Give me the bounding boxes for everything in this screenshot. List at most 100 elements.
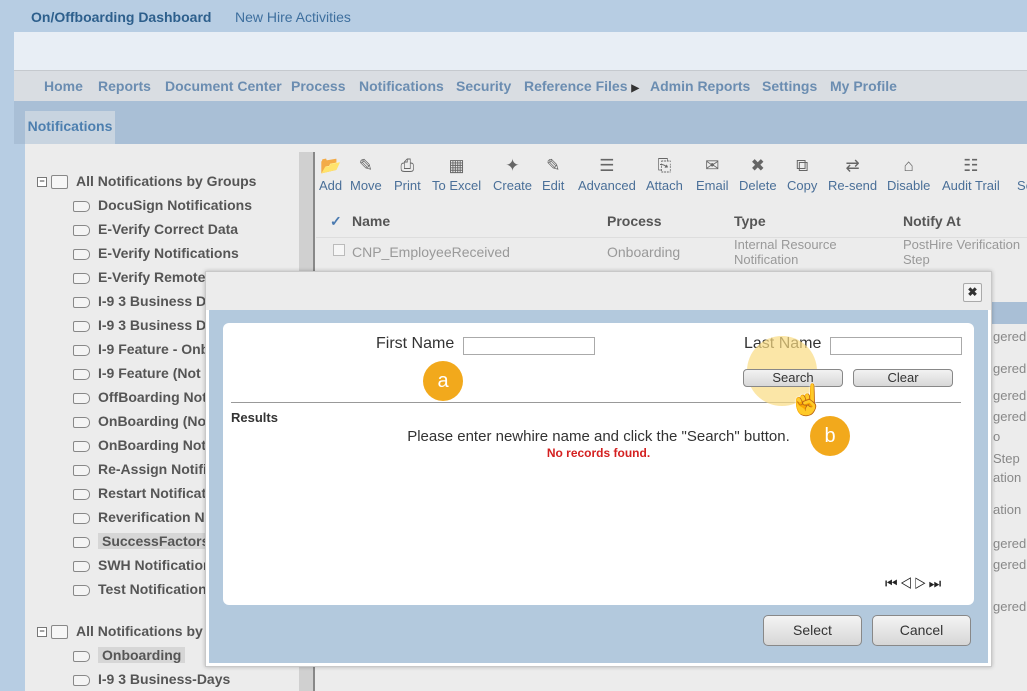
tab-strip [14,101,1027,144]
tree-item[interactable]: OnBoarding Notifi [73,437,219,453]
col-notify-at[interactable]: Notify At [903,213,961,229]
tree-item[interactable]: Onboarding [73,647,186,663]
first-name-input[interactable] [463,337,595,355]
last-page-icon[interactable]: ⏭ [929,575,944,591]
nav-my-profile[interactable]: My Profile [830,78,897,94]
row-fragment: gered [993,329,1027,344]
tree-item[interactable]: Re-Assign Notifica [73,461,222,477]
toolbar-re-send-button[interactable]: ⇄ Re-send [828,152,877,193]
nav-settings[interactable]: Settings [762,78,817,94]
tree-item[interactable]: I-9 3 Business Da [73,293,214,309]
toolbar-edit-button[interactable]: ✎ Edit [542,152,564,193]
tab-notifications[interactable]: Notifications [25,111,115,144]
toolbar-add-button[interactable]: 📂 Add [319,152,342,193]
notification-node-icon [73,560,90,572]
tree-item[interactable]: I-9 3 Business Da [73,317,214,333]
tree-item[interactable]: I-9 Feature (Not C [73,365,215,381]
toolbar-audit-trail-button[interactable]: ☷ Audit Trail [942,152,1000,193]
nav-security[interactable]: Security [456,78,511,94]
col-type[interactable]: Type [734,213,766,229]
audit-trail-icon: ☷ [963,156,979,175]
collapse-icon[interactable]: − [37,177,47,188]
notification-node-icon [73,440,90,452]
nav-notifications[interactable]: Notifications [359,78,444,94]
toolbar-attach-button[interactable]: ⎘ Attach [646,152,683,193]
toolbar-label: Delete [739,178,777,193]
row-fragment: gered [993,599,1027,614]
toolbar-disable-button[interactable]: ⌂ Disable [887,152,930,193]
select-all-check-icon[interactable]: ✓ [330,213,342,230]
resend-icon: ⇄ [845,156,860,175]
tree-item[interactable]: DocuSign Notifications [73,197,252,213]
results-label: Results [231,410,278,425]
last-name-input[interactable] [830,337,962,355]
first-page-icon[interactable]: ⏮ [885,575,900,591]
tree-item[interactable]: I-9 Feature - Onbo [73,341,218,357]
search-panel: First Name Last Name Clear Results Pleas… [223,323,974,605]
group-icon [51,175,68,190]
cell-type-1: Internal Resource [734,237,837,252]
select-button[interactable]: Select [763,615,862,646]
nav-home[interactable]: Home [44,78,83,94]
tree-group-by-process[interactable]: − All Notifications by P [37,623,216,640]
collapse-icon[interactable]: − [37,627,47,638]
row-fragment: gered [993,409,1027,424]
nav-document-center[interactable]: Document Center [165,78,282,94]
tree-item[interactable]: OnBoarding (Not [73,413,211,429]
row-checkbox[interactable] [333,244,345,256]
toolbar-print-button[interactable]: ⎙ Print [394,152,421,193]
toolbar-advanced-button[interactable]: ☰ Advanced [578,152,636,193]
copy-icon: ⧉ [796,156,809,175]
tree-item[interactable]: SuccessFactors S [73,533,227,549]
notification-node-icon [73,584,90,596]
toolbar-create-button[interactable]: ✦ Create [493,152,532,193]
tree-item[interactable]: E-Verify Remote H [73,269,219,285]
tree-item[interactable]: I-9 3 Business-Days [73,671,230,687]
row-fragment: gered [993,557,1027,572]
grid-header: ✓ Name Process Type Notify At [316,205,1027,238]
toolbar-to-excel-button[interactable]: ▦ To Excel [432,152,481,193]
row-fragment: ation [993,502,1022,517]
new-hire-activities-link[interactable]: New Hire Activities [235,9,351,25]
tree-group-by-groups[interactable]: − All Notifications by Groups [37,173,256,190]
toolbar-se-button[interactable]: Se [1014,152,1027,193]
tree-item-label: I-9 Feature (Not C [98,365,215,381]
nav-admin-reports[interactable]: Admin Reports [650,78,750,94]
nav-reports[interactable]: Reports [98,78,151,94]
tree-item[interactable]: Test Notifications [73,581,214,597]
toolbar-copy-button[interactable]: ⧉ Copy [787,152,817,193]
nav-reference-files[interactable]: Reference Files ▶ [524,78,639,94]
tree-item[interactable]: Restart Notificatio [73,485,219,501]
toolbar-email-button[interactable]: ✉ Email [696,152,729,193]
tree-item-label: Restart Notificatio [98,485,219,501]
cell-name: CNP_EmployeeReceived [352,244,510,260]
tree-item[interactable]: E-Verify Notifications [73,245,239,261]
toolbar-move-button[interactable]: ✎ Move [350,152,382,193]
toolbar-delete-button[interactable]: ✖ Delete [739,152,777,193]
close-icon[interactable]: ✖ [963,283,982,302]
tree-item[interactable]: OffBoarding Notifi [73,389,219,405]
tree-item-label: E-Verify Notifications [98,245,239,261]
notification-node-icon [73,296,90,308]
notification-node-icon [73,674,90,686]
create-icon: ✦ [505,156,520,175]
tree-item-label: DocuSign Notifications [98,197,252,213]
notification-node-icon [73,464,90,476]
tree-item[interactable]: E-Verify Correct Data [73,221,238,237]
app-title[interactable]: On/Offboarding Dashboard [31,9,211,25]
nav-process[interactable]: Process [291,78,345,94]
col-process[interactable]: Process [607,213,661,229]
col-name[interactable]: Name [352,213,390,229]
toolbar-label: Copy [787,178,818,193]
instruction-message: Please enter newhire name and click the … [407,428,790,445]
clear-button[interactable]: Clear [853,369,953,387]
prev-page-icon[interactable]: ◁ [900,575,915,591]
next-page-icon[interactable]: ▷ [914,575,929,591]
tree-item-label: Reverification No [98,509,214,525]
tree-item-label: OffBoarding Notifi [98,389,220,405]
cancel-button[interactable]: Cancel [872,615,971,646]
tree-item[interactable]: SWH Notifications [73,557,219,573]
tree-item[interactable]: Reverification No [73,509,213,525]
notification-node-icon [73,272,90,284]
disable-icon: ⌂ [903,156,914,175]
